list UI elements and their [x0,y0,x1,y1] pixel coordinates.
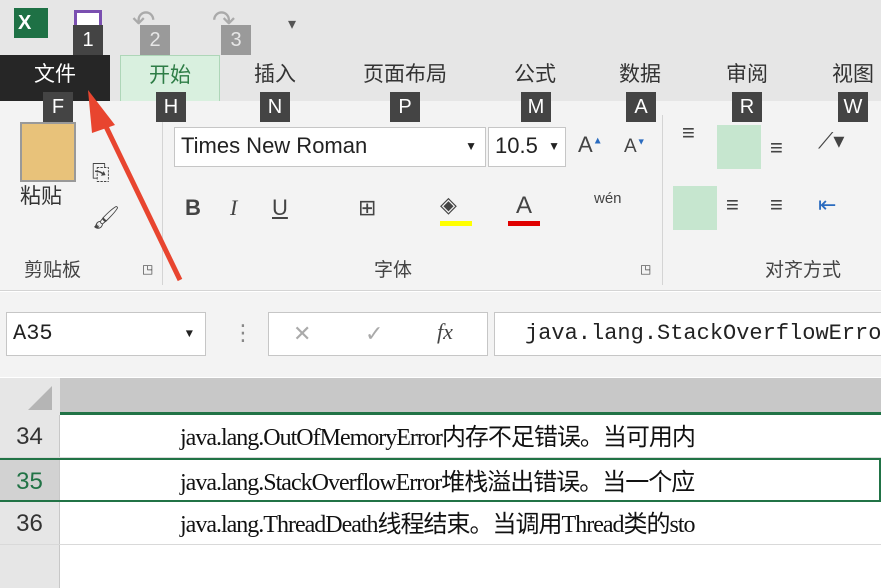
keytip-w: W [838,92,868,122]
chevron-down-icon[interactable]: ▼ [186,313,193,355]
align-bottom-icon[interactable]: ≡ [770,135,783,161]
shrink-font-icon[interactable]: A▼ [624,136,646,158]
chevron-down-icon[interactable]: ▼ [465,128,477,164]
row-number[interactable] [0,545,60,588]
italic-button[interactable]: I [230,195,237,221]
row-number[interactable]: 36 [0,502,60,544]
phonetic-guide-button[interactable]: wén [594,190,622,207]
chevron-down-icon[interactable]: ▼ [548,128,560,164]
insert-function-button[interactable]: fx [437,319,453,345]
keytip-2: 2 [140,25,170,55]
keytip-m: M [521,92,551,122]
more-icon: ⋮ [232,320,254,345]
customize-qat-icon[interactable]: ▾ [288,14,296,34]
dialog-launcher-icon[interactable]: ◳ [640,262,651,276]
formula-bar: A35 ▼ ⋮ ✕ ✓ fx java.lang.StackOverflowErr… [0,292,881,377]
formula-buttons: ✕ ✓ fx [268,312,488,356]
paste-icon[interactable] [20,122,76,182]
group-label-font: 字体 [374,260,413,281]
underline-button[interactable]: U [272,195,288,221]
decrease-indent-icon[interactable]: ⇤ [818,192,836,218]
keytip-a: A [626,92,656,122]
column-header-row [0,378,881,415]
align-center-icon[interactable]: ≡ [726,192,739,218]
cell-a36[interactable]: java.lang.ThreadDeath线程结束。当调用Thread类的sto [180,502,696,548]
table-row-selected: 35 java.lang.StackOverflowError堆栈溢出错误。当一… [0,458,881,502]
row-number[interactable]: 34 [0,415,60,457]
font-name-value: Times New Roman [181,133,368,158]
keytip-r: R [732,92,762,122]
quick-access-toolbar: X ↶ ↷ ▾ 1 2 3 [0,0,881,55]
paste-button[interactable]: 粘贴 [20,180,62,210]
group-label-alignment: 对齐方式 [765,260,842,281]
excel-logo-icon: X [14,8,48,38]
font-size-combo[interactable]: 10.5 ▼ [488,127,566,167]
keytip-3: 3 [221,25,251,55]
keytip-n: N [260,92,290,122]
name-box-value: A35 [13,321,53,346]
select-all-button[interactable] [0,378,60,415]
cell-a34[interactable]: java.lang.OutOfMemoryError内存不足错误。当可用内 [180,415,696,461]
group-label-clipboard: 剪贴板 [24,260,82,281]
table-row: 34 java.lang.OutOfMemoryError内存不足错误。当可用内 [0,415,881,458]
table-row: 36 java.lang.ThreadDeath线程结束。当调用Thread类的… [0,502,881,545]
font-name-combo[interactable]: Times New Roman ▼ [174,127,486,167]
align-left-icon[interactable] [673,186,717,230]
font-size-value: 10.5 [495,133,538,158]
cancel-icon[interactable]: ✕ [293,321,311,347]
font-color-icon[interactable]: A [508,192,540,226]
borders-icon[interactable]: ⊞ [358,195,376,221]
orientation-icon[interactable]: ⟋▾ [818,128,844,154]
enter-icon[interactable]: ✓ [365,321,383,347]
keytip-f: F [43,92,73,122]
keytip-1: 1 [73,25,103,55]
fill-color-icon[interactable]: ◈ [440,192,472,226]
cell-a35[interactable]: java.lang.StackOverflowError堆栈溢出错误。当一个应 [180,460,695,506]
align-right-icon[interactable]: ≡ [770,192,783,218]
formula-input[interactable]: java.lang.StackOverflowError [494,312,881,356]
keytip-p: P [390,92,420,122]
grow-font-icon[interactable]: A▲ [578,132,603,158]
row-number[interactable]: 35 [0,460,60,500]
table-row [0,545,881,588]
align-middle-icon[interactable] [717,125,761,169]
align-top-icon[interactable]: ≡ [682,120,695,146]
name-box[interactable]: A35 ▼ [6,312,206,356]
keytip-h: H [156,92,186,122]
